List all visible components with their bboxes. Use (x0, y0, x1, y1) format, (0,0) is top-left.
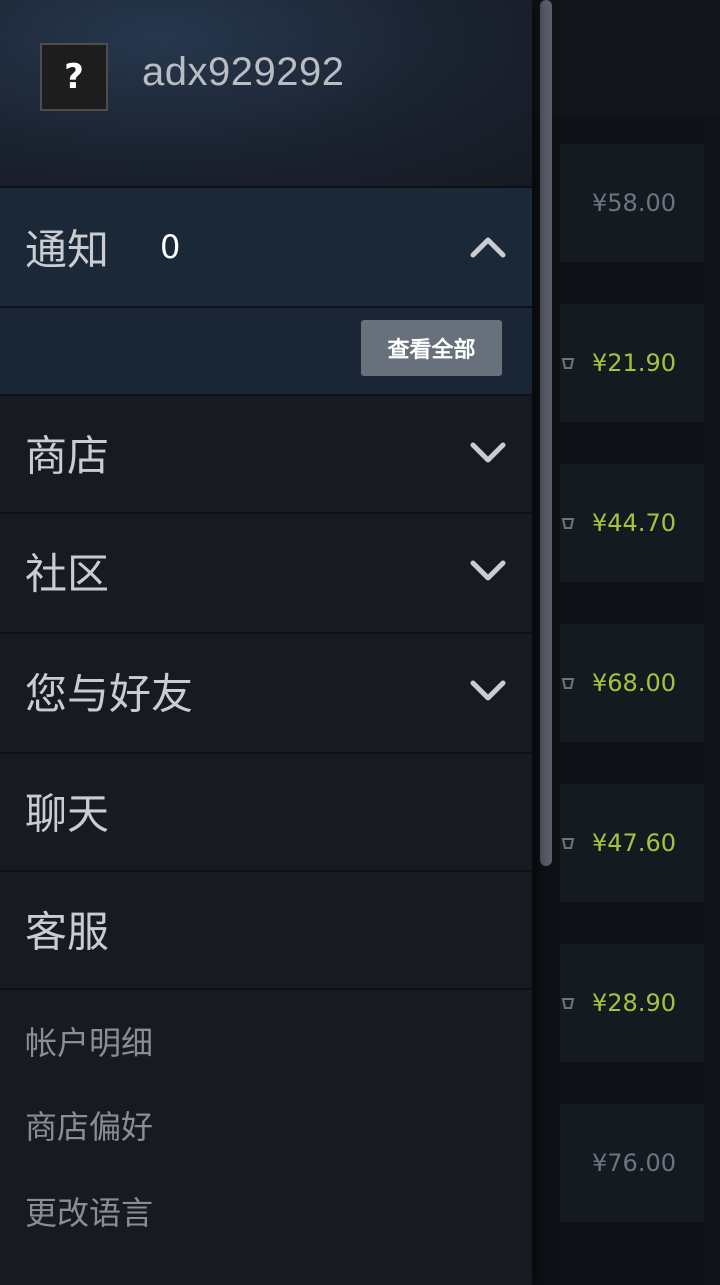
account-links: 帐户明细 商店偏好 更改语言 (0, 988, 532, 1285)
price-label: ¥21.90 (592, 349, 676, 377)
avatar-placeholder-icon: ? (64, 57, 84, 97)
chevron-down-icon[interactable] (470, 442, 506, 464)
menu-item-label: 客服 (25, 907, 110, 957)
discount-icon (560, 835, 576, 851)
menu-item-label: 聊天 (25, 789, 110, 839)
chevron-up-icon[interactable] (470, 236, 506, 258)
menu-item-community[interactable]: 社区 (0, 512, 532, 628)
list-item[interactable]: ¥58.00 (560, 144, 720, 262)
price-label: ¥44.70 (592, 509, 676, 537)
list-item[interactable]: ¥76.00 (560, 1104, 720, 1222)
menu-item-label: 通知 (25, 225, 110, 275)
menu-item-label: 您与好友 (25, 669, 194, 719)
avatar[interactable]: ? (40, 43, 108, 111)
menu-item-you-and-friends[interactable]: 您与好友 (0, 632, 532, 748)
view-all-button[interactable]: 查看全部 (361, 320, 502, 376)
menu-item-support[interactable]: 客服 (0, 870, 532, 986)
store-preferences-link[interactable]: 商店偏好 (25, 1102, 153, 1148)
menu-item-label: 社区 (25, 549, 110, 599)
discount-icon (560, 995, 576, 1011)
price-label: ¥76.00 (592, 1149, 676, 1177)
background-edge (704, 116, 720, 1285)
price-label: ¥47.60 (592, 829, 676, 857)
list-item[interactable]: ¥44.70 (560, 464, 720, 582)
profile-header[interactable]: ? adx929292 (0, 0, 532, 186)
menu-item-label: 商店 (25, 431, 110, 481)
notifications-panel: 查看全部 (0, 306, 532, 394)
discount-icon (560, 515, 576, 531)
list-item[interactable]: ¥47.60 (560, 784, 720, 902)
list-item[interactable]: ¥21.90 (560, 304, 720, 422)
discount-icon (560, 675, 576, 691)
change-language-link[interactable]: 更改语言 (25, 1188, 153, 1234)
menu-item-store[interactable]: 商店 (0, 394, 532, 510)
discount-icon (560, 355, 576, 371)
account-details-link[interactable]: 帐户明细 (25, 1018, 153, 1064)
list-item[interactable]: ¥68.00 (560, 624, 720, 742)
chevron-down-icon[interactable] (470, 680, 506, 702)
notification-count: 0 (160, 228, 181, 266)
chevron-down-icon[interactable] (470, 560, 506, 582)
list-item[interactable]: ¥28.90 (560, 944, 720, 1062)
drawer-scrollbar[interactable] (540, 0, 552, 866)
price-label: ¥58.00 (592, 189, 676, 217)
price-label: ¥68.00 (592, 669, 676, 697)
menu-item-notifications[interactable]: 通知 0 (0, 186, 532, 306)
price-label: ¥28.90 (592, 989, 676, 1017)
menu-item-chat[interactable]: 聊天 (0, 752, 532, 868)
navigation-drawer: ? adx929292 通知 0 查看全部 商店 社区 您与好友 聊天 客服 帐… (0, 0, 532, 1285)
username[interactable]: adx929292 (142, 50, 344, 95)
